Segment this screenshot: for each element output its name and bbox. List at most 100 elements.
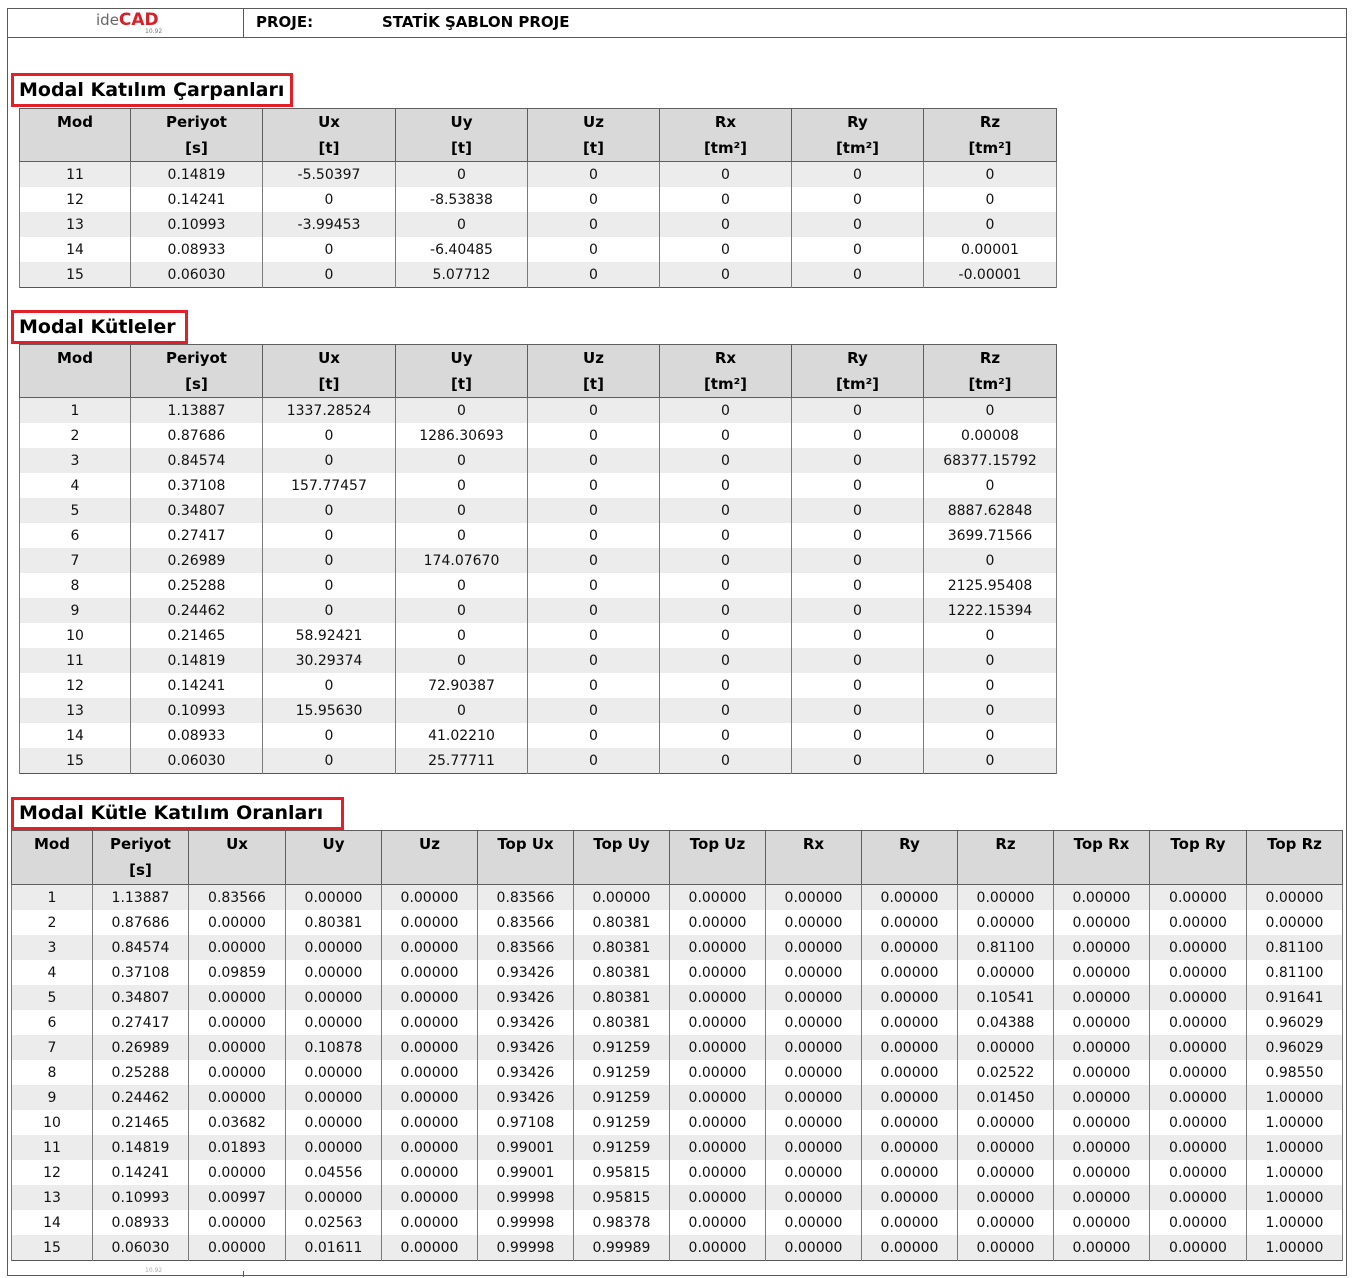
cell-ux: 0.00000 [188, 985, 286, 1010]
cell-top-uy: 0.91259 [573, 1110, 670, 1135]
cell-ux: 0.00000 [188, 1085, 286, 1110]
column-unit [1151, 857, 1246, 883]
cell-uy: 0 [395, 698, 528, 723]
cell-periyot: 0.08933 [92, 1210, 189, 1235]
column-unit: [t] [451, 139, 472, 157]
table-row: 15 0.06030 0.00000 0.01611 0.00000 0.99998 0.9… [11, 1235, 1343, 1261]
cell-rz: 0.00000 [957, 1185, 1054, 1210]
cell-uy: 0 [395, 498, 528, 523]
cell-periyot: 0.10993 [130, 212, 263, 237]
table-row: 14 0.08933 0.00000 0.02563 0.00000 0.99998 0.9… [11, 1210, 1343, 1235]
cell-rx: 0 [659, 448, 792, 473]
cell-top-rz: 1.00000 [1246, 1135, 1343, 1160]
column-label: Rx [714, 113, 737, 131]
cell-top-uy: 0.91259 [573, 1085, 670, 1110]
cell-uy: 0 [395, 473, 528, 498]
cell-mod: 10 [19, 623, 131, 648]
cell-mod: 8 [11, 1060, 93, 1085]
table-row: 13 0.10993 0.00997 0.00000 0.00000 0.99998 0.9… [11, 1185, 1343, 1210]
cell-periyot: 0.26989 [130, 548, 263, 573]
cell-top-ry: 0.00000 [1149, 935, 1247, 960]
cell-ux: 58.92421 [262, 623, 396, 648]
cell-ry: 0 [791, 397, 924, 423]
cell-uy: 0.01611 [285, 1235, 382, 1261]
cell-ux: 0.00000 [188, 910, 286, 935]
cell-rx: 0 [659, 187, 792, 212]
column-unit: [t] [583, 139, 604, 157]
cell-ry: 0 [791, 723, 924, 748]
cell-top-uz: 0.00000 [669, 960, 766, 985]
cell-rx: 0 [659, 548, 792, 573]
cell-rz: 0.00000 [957, 1135, 1054, 1160]
cell-uy: 0 [395, 598, 528, 623]
cell-mod: 14 [19, 237, 131, 262]
cell-top-ry: 0.00000 [1149, 1135, 1247, 1160]
column-header-rx: Rx [tm²] [659, 108, 792, 162]
cell-uy: 0 [395, 623, 528, 648]
cell-uy: 0.00000 [285, 1085, 382, 1110]
cell-ry: 0.00000 [861, 1160, 958, 1185]
column-unit [1248, 857, 1342, 883]
cell-rz: 0 [923, 187, 1057, 212]
table-row: 11 0.14819 -5.50397 0 0 0 0 0 [19, 161, 1057, 187]
cell-top-uy: 0.99989 [573, 1235, 670, 1261]
column-label: Uz [583, 349, 604, 367]
cell-ry: 0 [791, 648, 924, 673]
cell-rz: 8887.62848 [923, 498, 1057, 523]
column-header-periyot: Periyot [s] [130, 108, 263, 162]
cell-uy: 0.00000 [285, 935, 382, 960]
cell-top-rz: 1.00000 [1246, 1160, 1343, 1185]
column-label: Periyot [166, 113, 227, 131]
cell-mod: 11 [19, 161, 131, 187]
cell-rx: 0 [659, 748, 792, 774]
cell-mod: 9 [19, 598, 131, 623]
column-unit [287, 857, 381, 883]
cell-top-ry: 0.00000 [1149, 1185, 1247, 1210]
column-label: Rz [979, 349, 1001, 367]
cell-top-uz: 0.00000 [669, 985, 766, 1010]
cell-rx: 0 [659, 573, 792, 598]
column-header-uz: Uz [t] [527, 344, 660, 398]
cell-ry: 0 [791, 623, 924, 648]
cell-top-ry: 0.00000 [1149, 1085, 1247, 1110]
cell-top-uz: 0.00000 [669, 1135, 766, 1160]
column-unit: [tm²] [703, 139, 748, 157]
column-unit [959, 857, 1053, 883]
cell-uz: 0.00000 [381, 1135, 478, 1160]
cell-top-uy: 0.80381 [573, 985, 670, 1010]
cell-uy: 0.00000 [285, 1185, 382, 1210]
cell-rx: 0 [659, 473, 792, 498]
cell-rz: 0.00000 [957, 960, 1054, 985]
cell-mod: 3 [11, 935, 93, 960]
table-row: 7 0.26989 0 174.07670 0 0 0 0 [19, 548, 1057, 573]
cell-ux: 0 [262, 237, 396, 262]
modal-mass-participation-ratios-table: Mod Periyot [s] Ux Uy Uz Top Ux Top Uy Top Uz Rx R… [11, 830, 1343, 1261]
cell-top-rx: 0.00000 [1053, 985, 1150, 1010]
cell-rz: 0.00000 [957, 1035, 1054, 1060]
cell-uy: 0.00000 [285, 884, 382, 910]
cell-rz: 0.00000 [957, 1110, 1054, 1135]
cell-top-rz: 1.00000 [1246, 1185, 1343, 1210]
column-label: Uy [450, 349, 473, 367]
cell-mod: 9 [11, 1085, 93, 1110]
table-row: 5 0.34807 0 0 0 0 0 8887.62848 [19, 498, 1057, 523]
cell-ry: 0 [791, 423, 924, 448]
cell-ux: 0.00000 [188, 1035, 286, 1060]
column-label: Top Uy [593, 835, 650, 853]
cell-periyot: 0.37108 [92, 960, 189, 985]
cell-ry: 0 [791, 573, 924, 598]
cell-top-ry: 0.00000 [1149, 1110, 1247, 1135]
cell-uz: 0 [527, 187, 660, 212]
cell-top-ux: 0.99998 [477, 1210, 574, 1235]
cell-top-rz: 0.91641 [1246, 985, 1343, 1010]
column-header-rz: Rz [tm²] [923, 344, 1057, 398]
table-row: 2 0.87686 0.00000 0.80381 0.00000 0.83566 0.80… [11, 910, 1343, 935]
column-label: Ux [226, 835, 248, 853]
cell-rz: 2125.95408 [923, 573, 1057, 598]
table-row: 3 0.84574 0.00000 0.00000 0.00000 0.83566 0.80… [11, 935, 1343, 960]
cell-ry: 0.00000 [861, 1235, 958, 1261]
cell-rz: 0.10541 [957, 985, 1054, 1010]
column-unit [21, 135, 130, 161]
column-header-top-rz: Top Rz [1246, 830, 1343, 885]
cell-ry: 0 [791, 748, 924, 774]
